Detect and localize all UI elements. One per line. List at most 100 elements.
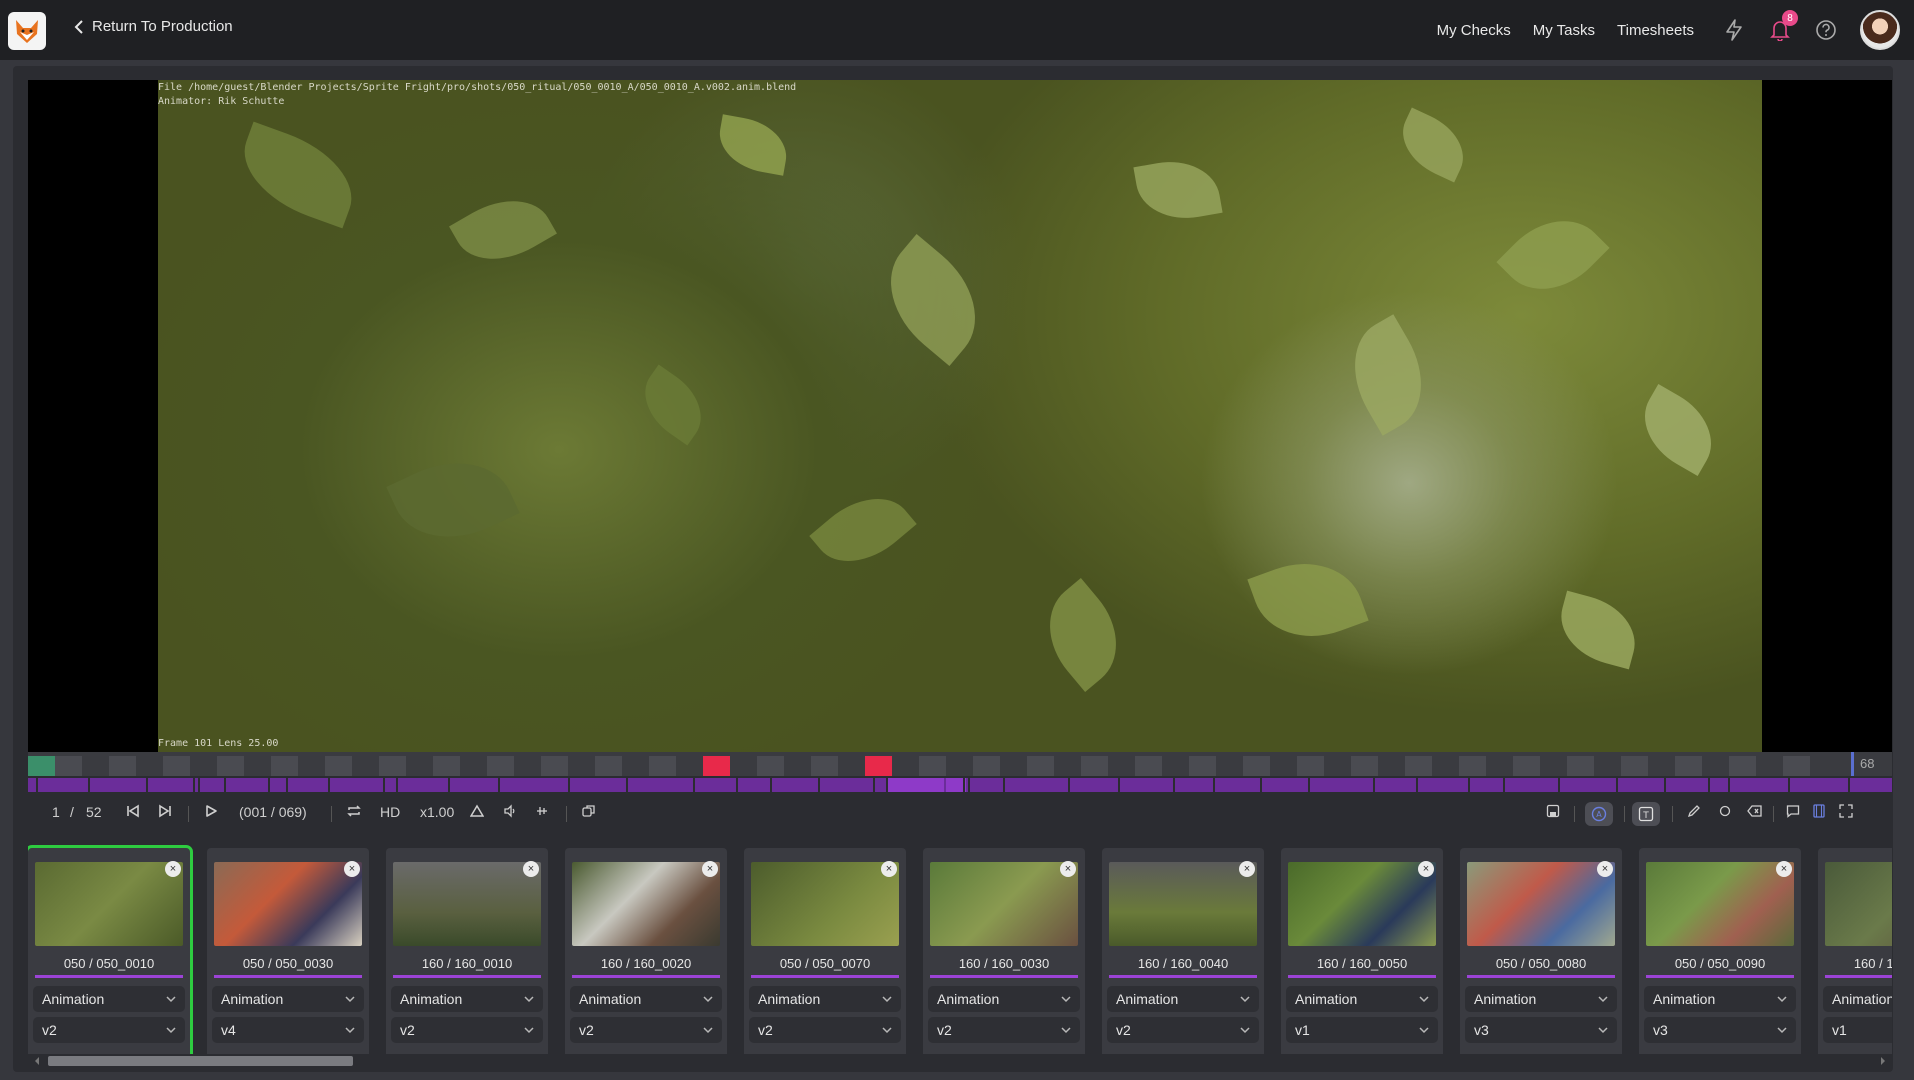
shot-thumbnail[interactable] — [930, 862, 1078, 946]
playlist-card[interactable]: × 160 / 160_0020 Animation v2 — [565, 848, 727, 1054]
timeline-frame-cell[interactable] — [1783, 756, 1810, 776]
timeline-frame-cell[interactable] — [784, 756, 811, 776]
version-select[interactable]: v1 — [1286, 1017, 1438, 1043]
shot-thumbnail[interactable] — [1109, 862, 1257, 946]
timeline-frame-cell[interactable] — [1270, 756, 1297, 776]
timeline-frame-cell[interactable] — [190, 756, 217, 776]
compare-icon[interactable] — [470, 804, 484, 818]
volume-icon[interactable] — [503, 804, 517, 818]
timeline-frame-cell[interactable] — [109, 756, 136, 776]
remove-shot-button[interactable]: × — [1060, 861, 1076, 877]
timeline-frame-cell[interactable] — [1459, 756, 1486, 776]
timeline-frame-cell[interactable] — [1135, 756, 1162, 776]
text-tool-icon[interactable]: T — [1632, 802, 1660, 826]
timeline-frame-cell[interactable] — [136, 756, 163, 776]
nav-my-tasks[interactable]: My Tasks — [1533, 22, 1595, 39]
timeline-frame-cell[interactable] — [1189, 756, 1216, 776]
timeline-frame-cell[interactable] — [1027, 756, 1054, 776]
task-type-select[interactable]: Animation — [1644, 986, 1796, 1012]
timeline-frame-cell[interactable] — [1675, 756, 1702, 776]
playlist-card[interactable]: × 050 / 050_0030 Animation v4 — [207, 848, 369, 1054]
scrollbar-thumb[interactable] — [48, 1056, 353, 1066]
timeline-frame-cell[interactable] — [541, 756, 568, 776]
version-select[interactable]: v3 — [1465, 1017, 1617, 1043]
timeline-frame-cell[interactable] — [298, 756, 325, 776]
timeline-frame-cell[interactable] — [28, 756, 55, 776]
scroll-left-icon[interactable] — [32, 1054, 42, 1068]
timeline-frame-cell[interactable] — [1594, 756, 1621, 776]
task-type-select[interactable]: Animation — [928, 986, 1080, 1012]
timeline-frame-cell[interactable] — [1486, 756, 1513, 776]
timeline-frame-cell[interactable] — [1729, 756, 1756, 776]
save-icon[interactable] — [1546, 804, 1560, 818]
task-type-select[interactable]: Animation — [1107, 986, 1259, 1012]
nav-timesheets[interactable]: Timesheets — [1617, 22, 1694, 39]
timeline-frame-cell[interactable] — [433, 756, 460, 776]
version-select[interactable]: v4 — [212, 1017, 364, 1043]
timeline-frame-cell[interactable] — [649, 756, 676, 776]
playlist-card[interactable]: × 160 / 160_0040 Animation v2 — [1102, 848, 1264, 1054]
remove-shot-button[interactable]: × — [702, 861, 718, 877]
duplicate-icon[interactable] — [582, 804, 596, 818]
timeline-frame-cell[interactable] — [379, 756, 406, 776]
timeline-frame-cell[interactable] — [271, 756, 298, 776]
waveform-icon[interactable] — [535, 804, 549, 818]
next-shot-icon[interactable] — [158, 804, 172, 818]
task-type-select[interactable]: Animation — [749, 986, 901, 1012]
timeline-frame-cell[interactable] — [1297, 756, 1324, 776]
circle-tool-icon[interactable] — [1718, 804, 1732, 818]
timeline-frame-cell[interactable] — [1081, 756, 1108, 776]
comment-icon[interactable] — [1786, 804, 1800, 818]
timeline-frame-cell[interactable] — [1432, 756, 1459, 776]
timeline-frame-cell[interactable] — [1108, 756, 1135, 776]
shot-thumbnail[interactable] — [35, 862, 183, 946]
remove-shot-button[interactable]: × — [1776, 861, 1792, 877]
timeline-frame-cell[interactable] — [1810, 756, 1837, 776]
timeline-frame-cell[interactable] — [919, 756, 946, 776]
shot-thumbnail[interactable] — [572, 862, 720, 946]
timeline-frame-cell[interactable] — [352, 756, 379, 776]
task-type-select[interactable]: Animation — [391, 986, 543, 1012]
timeline-frame-cell[interactable] — [838, 756, 865, 776]
timeline-frame-cell[interactable] — [1216, 756, 1243, 776]
shot-thumbnail[interactable] — [393, 862, 541, 946]
return-to-production-button[interactable]: Return To Production — [74, 18, 233, 35]
version-select[interactable]: v2 — [749, 1017, 901, 1043]
timeline-frame-cell[interactable] — [1513, 756, 1540, 776]
remove-shot-button[interactable]: × — [881, 861, 897, 877]
timeline-frame-cell[interactable] — [244, 756, 271, 776]
pencil-icon[interactable] — [1687, 804, 1701, 818]
timeline-frame-cell[interactable] — [1351, 756, 1378, 776]
playlist-card[interactable]: ×160 / 160_0060Animationv1 — [1818, 848, 1892, 1054]
task-type-select[interactable]: Animation — [1823, 986, 1892, 1012]
shot-thumbnail[interactable] — [214, 862, 362, 946]
timeline-frame-cell[interactable] — [1756, 756, 1783, 776]
timeline-frame-cell[interactable] — [1324, 756, 1351, 776]
timeline-frame-cell[interactable] — [163, 756, 190, 776]
timeline-frame-cell[interactable] — [973, 756, 1000, 776]
fox-logo-icon[interactable] — [8, 12, 46, 50]
playlist-card[interactable]: × 050 / 050_0090 Animation v3 — [1639, 848, 1801, 1054]
eraser-icon[interactable] — [1747, 804, 1763, 818]
timeline-frame-cell[interactable] — [460, 756, 487, 776]
timeline-frame-cell[interactable] — [1621, 756, 1648, 776]
timeline-frame-cell[interactable] — [568, 756, 595, 776]
remove-shot-button[interactable]: × — [1239, 861, 1255, 877]
timeline-frame-cell[interactable] — [892, 756, 919, 776]
timeline-frame-cell[interactable] — [1540, 756, 1567, 776]
remove-shot-button[interactable]: × — [1597, 861, 1613, 877]
loop-icon[interactable] — [346, 804, 362, 818]
playlist-card[interactable]: × 160 / 160_0010 Animation v2 — [386, 848, 548, 1054]
timeline-frame-cell[interactable] — [514, 756, 541, 776]
timeline-frame-cell[interactable] — [487, 756, 514, 776]
shot-thumbnail[interactable] — [1825, 862, 1892, 946]
timeline-frame-cell[interactable] — [1378, 756, 1405, 776]
timeline-frame-cell[interactable] — [217, 756, 244, 776]
task-type-select[interactable]: Animation — [570, 986, 722, 1012]
timeline-frame-cell[interactable] — [1243, 756, 1270, 776]
playlist-card[interactable]: × 050 / 050_0010 Animation v2 — [28, 845, 193, 1054]
filmstrip-icon[interactable] — [1812, 804, 1826, 818]
version-select[interactable]: v2 — [33, 1017, 185, 1043]
timeline-frame-cell[interactable] — [1000, 756, 1027, 776]
play-icon[interactable] — [204, 804, 218, 818]
